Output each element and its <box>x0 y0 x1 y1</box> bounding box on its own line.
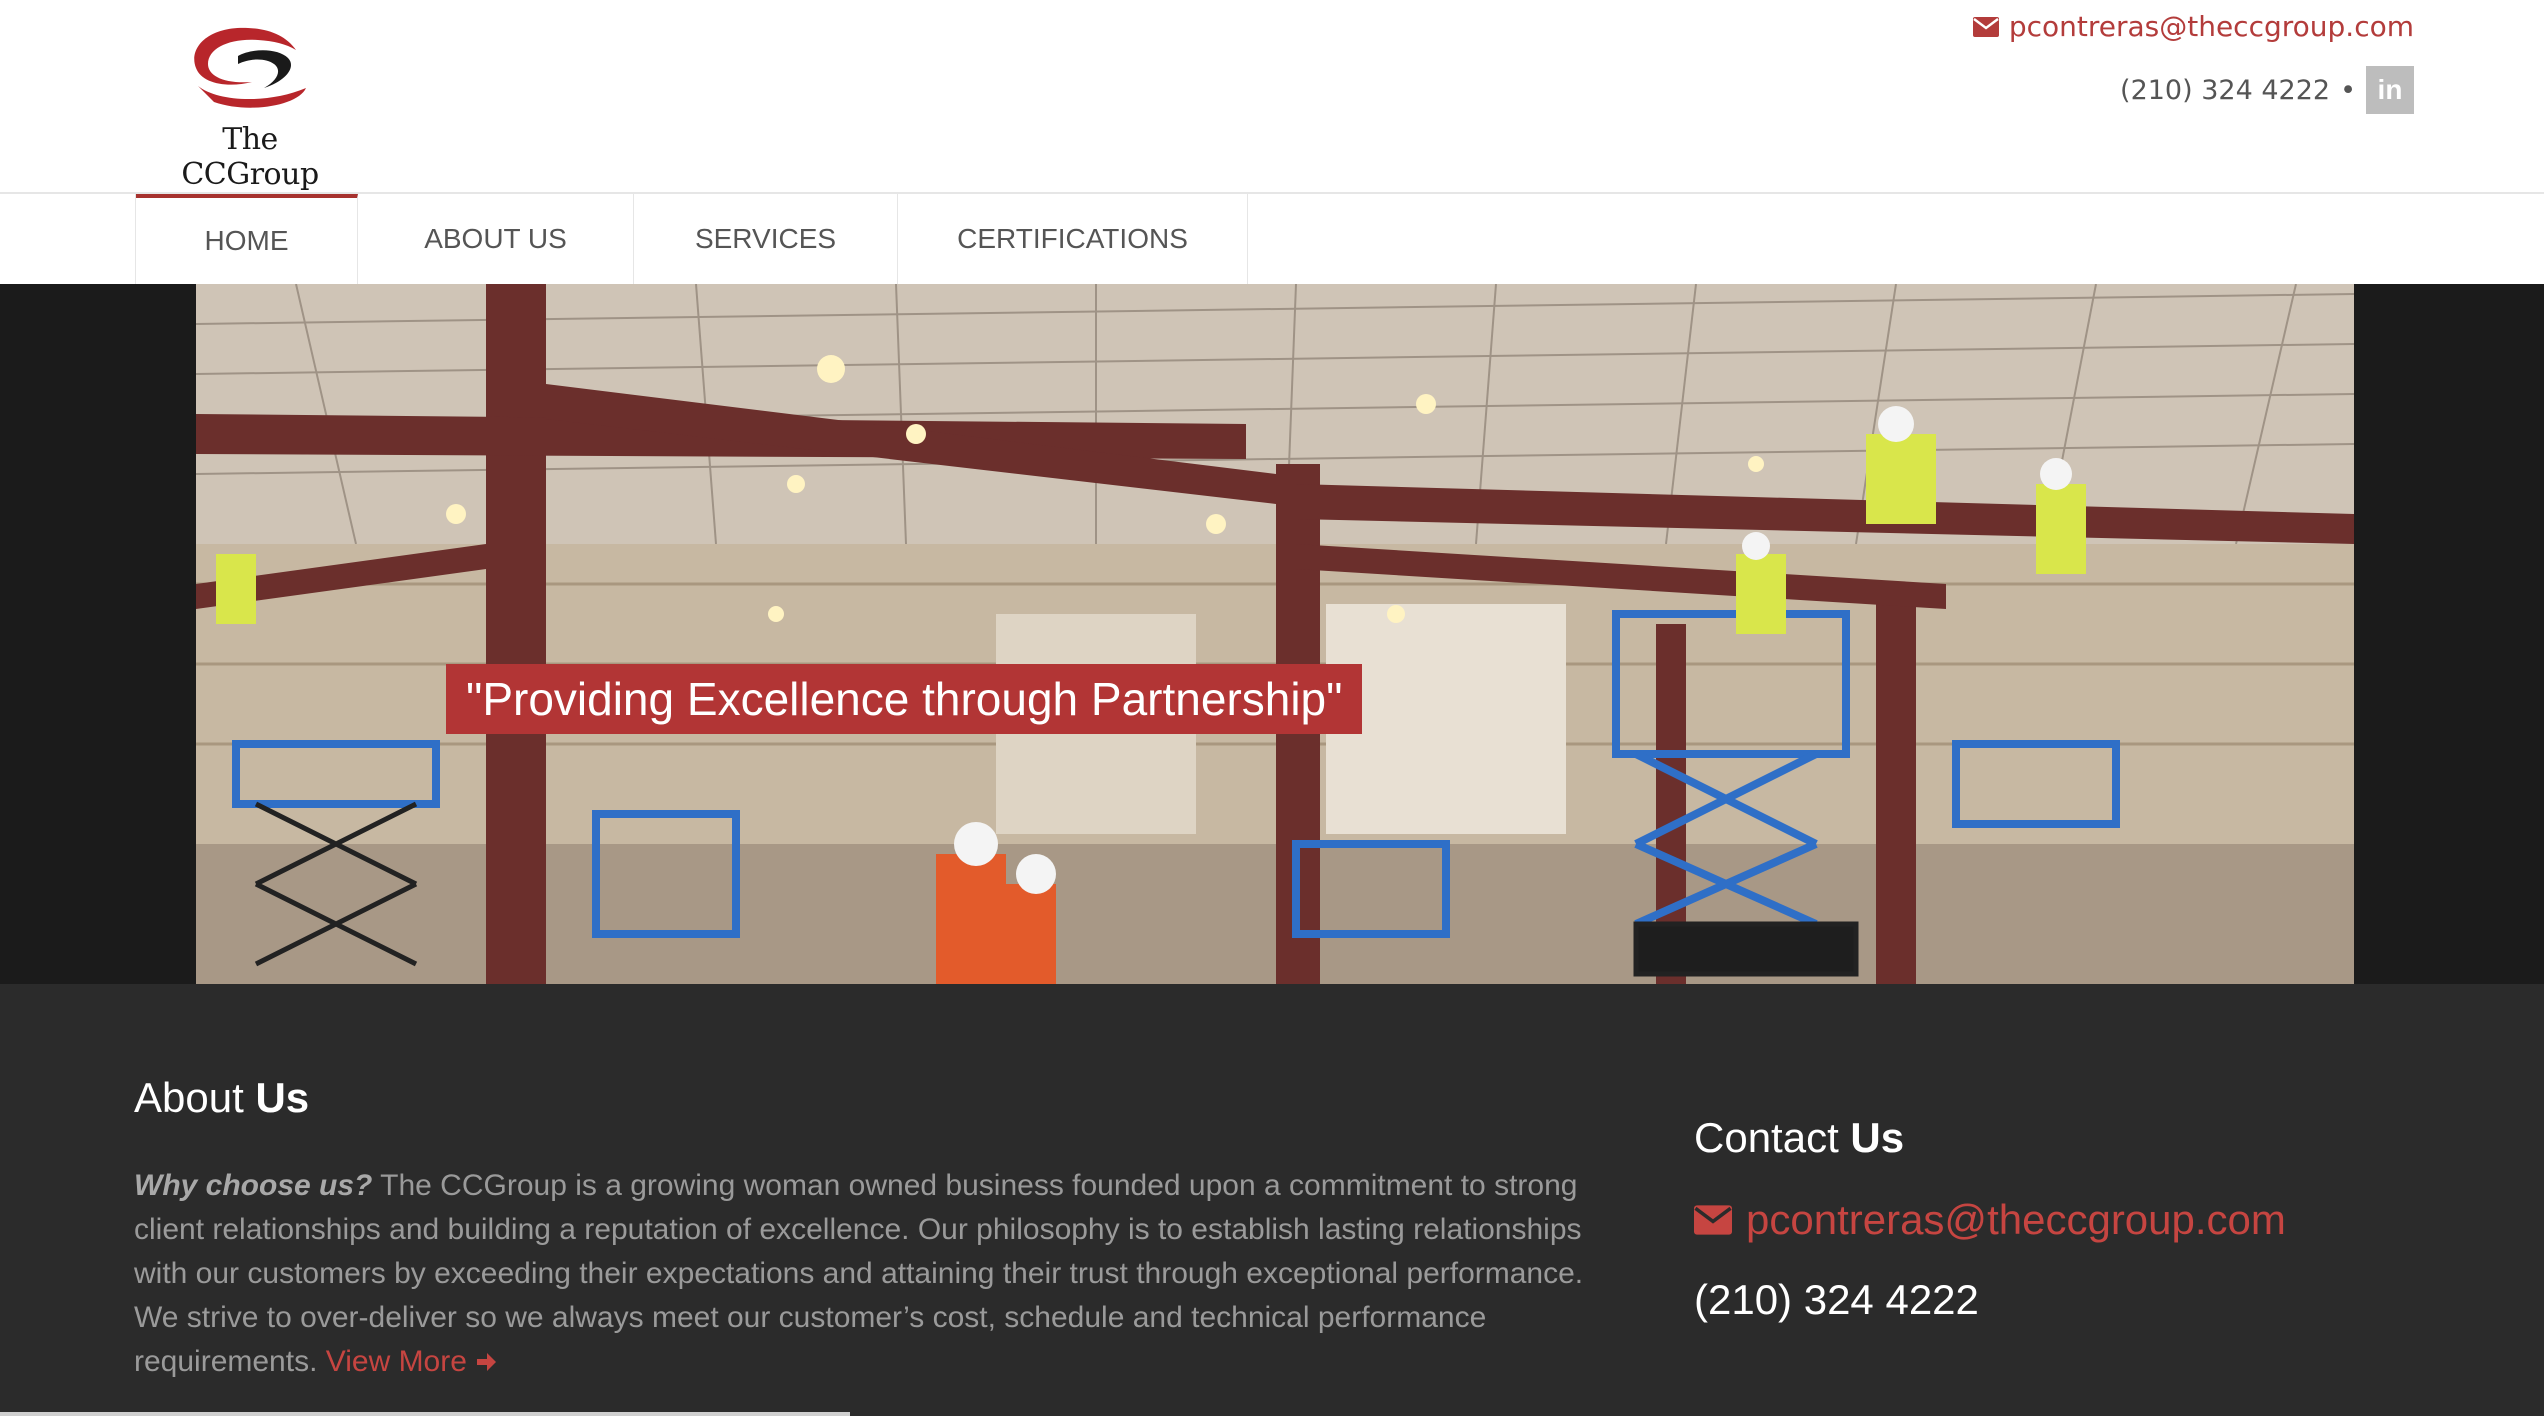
ccgroup-logo-icon <box>194 27 306 108</box>
hero-image: "Providing Excellence through Partnershi… <box>196 284 2354 984</box>
about-title-bold: Us <box>255 1074 310 1121</box>
envelope-icon <box>1694 1205 1732 1235</box>
nav-item-home[interactable]: HOME <box>136 194 358 284</box>
nav-item-about-us[interactable]: ABOUT US <box>358 194 634 284</box>
footer-section: About Us Why choose us? The CCGroup is a… <box>0 984 2544 1416</box>
linkedin-label: in <box>2377 74 2403 105</box>
main-nav: HOME ABOUT US SERVICES CERTIFICATIONS <box>0 193 2544 284</box>
header-separator: • <box>2340 74 2356 106</box>
contact-title-light: Contact <box>1694 1114 1851 1161</box>
view-more-link[interactable]: View More <box>326 1345 498 1378</box>
logo-text: The CCGroup <box>181 122 319 192</box>
contact-email-link[interactable]: pcontreras@theccgroup.com <box>1694 1196 2286 1244</box>
about-title-light: About <box>134 1074 256 1121</box>
arrow-right-icon <box>477 1353 497 1371</box>
header-contact-row: (210) 324 4222 • in <box>2120 66 2414 114</box>
linkedin-icon[interactable]: in <box>2366 66 2414 114</box>
about-title: About Us <box>134 1074 309 1122</box>
nav-item-services[interactable]: SERVICES <box>634 194 898 284</box>
nav-item-certifications[interactable]: CERTIFICATIONS <box>898 194 1248 284</box>
header-email-link[interactable]: pcontreras@theccgroup.com <box>1972 10 2414 43</box>
contact-email-text: pcontreras@theccgroup.com <box>1746 1196 2286 1243</box>
contact-title-bold: Us <box>1850 1114 1905 1161</box>
view-more-label: View More <box>325 1345 467 1378</box>
about-body: Why choose us? The CCGroup is a growing … <box>134 1164 1634 1384</box>
header-phone: (210) 324 4222 <box>2120 74 2331 106</box>
about-lead: Why choose us? <box>134 1169 373 1202</box>
logo[interactable]: The CCGroup <box>150 22 350 192</box>
hero-tagline: "Providing Excellence through Partnershi… <box>446 664 1363 734</box>
envelope-icon <box>1972 16 1999 37</box>
hero-banner: "Providing Excellence through Partnershi… <box>0 284 2544 984</box>
header-email-text: pcontreras@theccgroup.com <box>2008 10 2414 43</box>
nav-list: HOME ABOUT US SERVICES CERTIFICATIONS <box>135 194 1248 284</box>
scroll-indicator <box>0 1412 850 1416</box>
site-header: The CCGroup pcontreras@theccgroup.com (2… <box>0 0 2544 193</box>
construction-site-illustration <box>196 284 2354 984</box>
contact-phone: (210) 324 4222 <box>1694 1276 1979 1323</box>
contact-title: Contact Us <box>1694 1114 1904 1162</box>
